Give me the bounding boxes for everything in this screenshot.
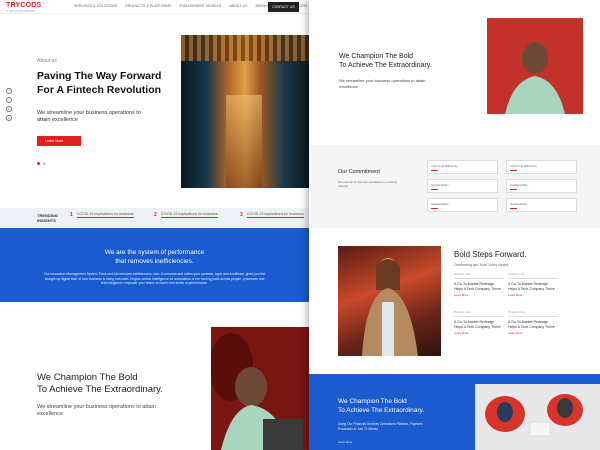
performance-band: We are the system of performance that re… [0, 228, 309, 302]
carousel-dot[interactable] [43, 162, 46, 165]
product-card[interactable]: Product Line A Go-To-Market Redesign Hel… [508, 272, 558, 297]
carousel-dots [37, 162, 46, 165]
nav-link-engagement[interactable]: ENGAGEMENT MODELS [180, 4, 222, 8]
bottom-band-title: We Champion The Bold To Achieve The Extr… [338, 398, 425, 414]
facebook-icon[interactable]: f [6, 88, 12, 94]
social-icons: f t in ig [6, 88, 12, 121]
woman-phone-photo [338, 246, 441, 356]
logo[interactable]: TRYCODS A TECH SOLUTIONS [6, 2, 41, 13]
nav-link-services[interactable]: SERVICES & SOLUTIONS [74, 4, 117, 8]
product-card[interactable]: Product Line A Go-To-Market Redesign Hel… [508, 310, 558, 335]
commitment-card[interactable]: Improving Efficiency [506, 160, 577, 174]
band-text: Our Innovation Management System Think a… [43, 272, 266, 285]
right-champion-title: We Champion The Bold To Achieve The Extr… [339, 53, 432, 69]
commitment-section: Our Commitment We commit to improve oper… [309, 145, 600, 228]
nav-link-products[interactable]: PRODUCTS & PLATFORMS [125, 4, 171, 8]
bottom-blue-band: We Champion The Bold To Achieve The Extr… [309, 374, 600, 450]
hero-title: Paving The Way Forward For A Fintech Rev… [37, 70, 162, 96]
bold-steps-title: Bold Steps Forward. [454, 250, 527, 259]
carousel-dot[interactable] [37, 162, 40, 165]
twitter-icon[interactable]: t [6, 97, 12, 103]
champion-title: We Champion The Bold To Achieve The Extr… [37, 372, 163, 395]
insights-label: TRENDING INSIGHTS [37, 213, 58, 223]
hero-eyebrow: About us [37, 58, 57, 64]
nav-link-about[interactable]: ABOUT US [229, 4, 247, 8]
commitment-card[interactable]: Improving Efficiency [427, 160, 498, 174]
trending-insights-bar: TRENDING INSIGHTS 1 COVID-19 implications… [0, 208, 309, 228]
meeting-overhead-photo [475, 384, 600, 450]
man-red-chair-illustration [487, 18, 583, 114]
product-card[interactable]: Product Line A Go-To-Market Redesign Hel… [454, 310, 504, 335]
homepage-right: We Champion The Bold To Achieve The Extr… [309, 0, 600, 450]
bottom-band-link[interactable]: Learn More [338, 440, 352, 444]
commitment-card[interactable]: Sustainability [506, 179, 577, 193]
commitment-card[interactable]: Sustainability [506, 198, 577, 212]
insight-item[interactable]: 2 COVID-19 implications for business [154, 212, 218, 218]
page-collage: TRYCODS A TECH SOLUTIONS SERVICES & SOLUT… [0, 0, 600, 450]
man-red-chair-photo [487, 18, 583, 114]
product-card[interactable]: Product Line A Go-To-Market Redesign Hel… [454, 272, 504, 297]
contact-button[interactable]: CONTACT US [268, 2, 299, 12]
bold-steps-subtitle: Celebrating two TrueCode's stories [454, 263, 509, 267]
hero-subtitle: We streamline your business operations t… [37, 110, 141, 123]
insight-item[interactable]: 1 COVID-19 implications for business [70, 212, 134, 218]
instagram-icon[interactable]: ig [6, 115, 12, 121]
champion-subtitle: We streamline your business operations t… [37, 404, 156, 417]
linkedin-icon[interactable]: in [6, 106, 12, 112]
man-portrait-illustration [211, 327, 309, 450]
bottom-band-text: Using Our Financial Services Operations … [338, 422, 423, 431]
right-champion-subtitle: We streamline your business operations t… [339, 78, 426, 89]
insight-item[interactable]: 3 COVID-19 implications for business [240, 212, 304, 218]
commitment-card[interactable]: Sustainability [427, 179, 498, 193]
commitment-title: Our Commitment [338, 169, 380, 175]
meeting-overhead-illustration [475, 384, 600, 450]
woman-phone-illustration [362, 258, 418, 356]
hallway-photo [181, 35, 309, 188]
band-title: We are the system of performance that re… [104, 249, 205, 265]
learn-more-button[interactable]: Learn More [37, 136, 81, 146]
top-nav: TRYCODS A TECH SOLUTIONS SERVICES & SOLUT… [0, 0, 309, 14]
commitment-card[interactable]: Sustainability [427, 198, 498, 212]
commitment-text: We commit to improve operations in a tim… [338, 180, 397, 188]
man-portrait-photo [211, 327, 309, 450]
homepage-left: TRYCODS A TECH SOLUTIONS SERVICES & SOLUT… [0, 0, 309, 450]
